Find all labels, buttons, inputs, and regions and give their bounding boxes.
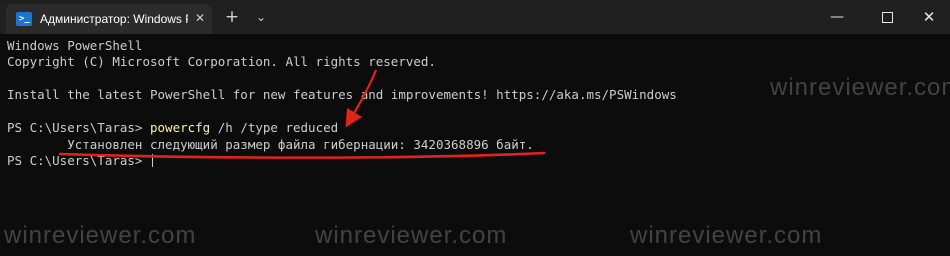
powershell-icon: >_	[16, 12, 32, 26]
terminal-prompt-line[interactable]: PS C:\Users\Taras>	[7, 153, 153, 169]
tab-title: Администратор: Windows Pow	[40, 12, 188, 26]
tab-powershell[interactable]: >_ Администратор: Windows Pow ✕	[6, 4, 212, 34]
prompt: PS C:\Users\Taras>	[7, 120, 150, 135]
maximize-button[interactable]	[864, 0, 910, 34]
chevron-down-icon[interactable]: ⌄	[252, 8, 270, 26]
maximize-icon	[882, 12, 893, 23]
prompt: PS C:\Users\Taras>	[7, 153, 150, 168]
close-window-button[interactable]: ✕	[906, 0, 950, 34]
terminal-output-line: Установлен следующий размер файла гиберн…	[7, 137, 534, 152]
command-args: /h /type reduced	[210, 120, 339, 135]
terminal-line: Install the latest PowerShell for new fe…	[7, 87, 677, 102]
close-tab-icon[interactable]: ✕	[192, 10, 208, 26]
terminal-line: Windows PowerShell	[7, 38, 143, 53]
title-bar[interactable]: >_ Администратор: Windows Pow ✕ + ⌄ — ✕	[0, 0, 950, 34]
new-tab-button[interactable]: +	[222, 7, 242, 27]
terminal-window: >_ Администратор: Windows Pow ✕ + ⌄ — ✕ …	[0, 0, 950, 256]
minimize-button[interactable]: —	[814, 0, 860, 34]
terminal-output[interactable]: Windows PowerShell Copyright (C) Microso…	[7, 38, 942, 248]
text-cursor	[152, 154, 153, 167]
command-name: powercfg	[150, 120, 211, 135]
terminal-prompt-line: PS C:\Users\Taras> powercfg /h /type red…	[7, 120, 338, 136]
terminal-line: Copyright (C) Microsoft Corporation. All…	[7, 54, 436, 69]
powershell-icon-glyph: >_	[19, 14, 30, 24]
